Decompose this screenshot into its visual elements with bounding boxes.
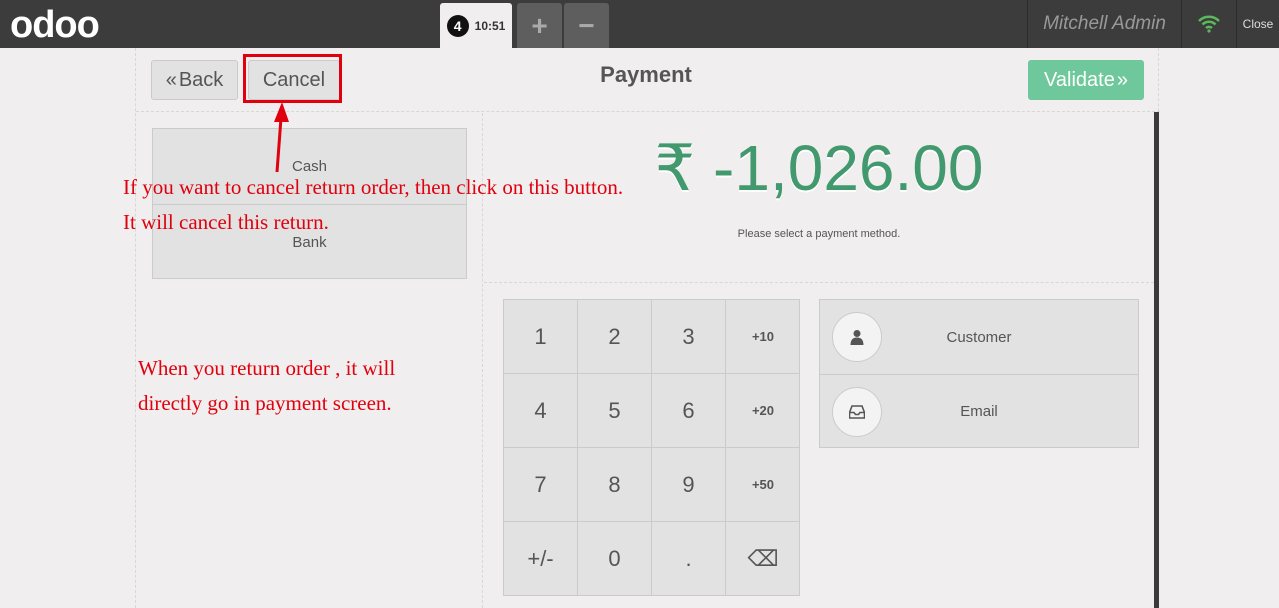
annotation-line: directly go in payment screen.: [138, 391, 392, 415]
close-button[interactable]: Close: [1236, 0, 1279, 48]
payment-extras: Customer Email: [819, 299, 1139, 448]
back-label: Back: [178, 68, 224, 91]
numpad-key-3[interactable]: 3: [652, 300, 726, 374]
pos-topbar: odoo 4 10:51 + − Mitchell Admin Close: [0, 0, 1279, 48]
odoo-logo: odoo: [10, 4, 100, 44]
inbox-icon: [832, 387, 882, 437]
numpad-key-plus10[interactable]: +10: [726, 300, 800, 374]
numpad-key-7[interactable]: 7: [504, 448, 578, 522]
validate-button[interactable]: Validate »: [1028, 60, 1144, 100]
numpad-key-plus20[interactable]: +20: [726, 374, 800, 448]
annotation-line: If you want to cancel return order, then…: [123, 175, 624, 199]
order-number-badge: 4: [446, 14, 469, 37]
numpad-key-sign[interactable]: +/-: [504, 522, 578, 596]
numpad-key-0[interactable]: 0: [578, 522, 652, 596]
email-button[interactable]: Email: [820, 374, 1138, 448]
scrollbar[interactable]: [1154, 112, 1159, 608]
order-time: 10:51: [474, 18, 506, 33]
double-chevron-left-icon: «: [165, 68, 177, 91]
order-tab[interactable]: 4 10:51: [440, 3, 512, 48]
numpad-key-4[interactable]: 4: [504, 374, 578, 448]
numpad-key-dot[interactable]: .: [652, 522, 726, 596]
numpad-key-2[interactable]: 2: [578, 300, 652, 374]
backspace-icon[interactable]: ⌫: [726, 522, 800, 596]
annotation-line: It will cancel this return.: [123, 210, 329, 234]
annotation-line: When you return order , it will: [138, 356, 396, 380]
customer-label: Customer: [946, 328, 1012, 346]
numpad-key-plus50[interactable]: +50: [726, 448, 800, 522]
numpad: 1 2 3 +10 4 5 6 +20 7 8 9 +50 +/- 0 . ⌫: [503, 299, 800, 596]
logo-text: odoo: [10, 4, 99, 44]
validate-label: Validate: [1044, 68, 1115, 91]
email-label: Email: [960, 403, 998, 420]
numpad-key-5[interactable]: 5: [578, 374, 652, 448]
page-title: Payment: [600, 62, 692, 87]
cancel-annotation: If you want to cancel return order, then…: [123, 170, 623, 240]
arrow-up-icon: [274, 102, 289, 173]
numpad-key-1[interactable]: 1: [504, 300, 578, 374]
double-chevron-right-icon: »: [1116, 68, 1128, 91]
customer-button[interactable]: Customer: [820, 300, 1138, 374]
user-icon: [832, 312, 882, 362]
wifi-icon: [1181, 0, 1236, 48]
remove-order-button[interactable]: −: [564, 3, 609, 48]
back-button[interactable]: « Back: [151, 60, 238, 100]
user-name[interactable]: Mitchell Admin: [1027, 0, 1181, 48]
return-annotation: When you return order , it will directly…: [138, 351, 395, 421]
numpad-key-8[interactable]: 8: [578, 448, 652, 522]
add-order-button[interactable]: +: [517, 3, 562, 48]
numpad-key-6[interactable]: 6: [652, 374, 726, 448]
numpad-key-9[interactable]: 9: [652, 448, 726, 522]
cancel-highlight-box: [243, 54, 342, 103]
